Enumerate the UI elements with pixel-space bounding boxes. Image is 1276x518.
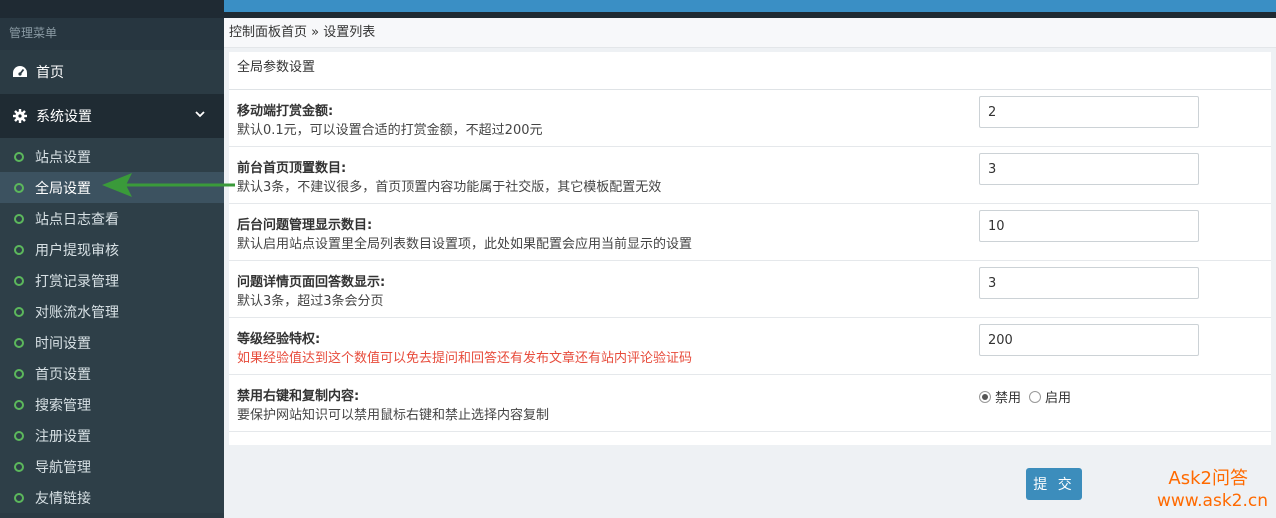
breadcrumb: 控制面板首页 » 设置列表 bbox=[224, 18, 1276, 48]
sidebar-subitem[interactable]: 友情链接 bbox=[0, 482, 224, 513]
sidebar-subitem-label: 用户提现审核 bbox=[35, 242, 119, 259]
sidebar-subitem-label: 导航管理 bbox=[35, 459, 91, 476]
answer-count-input[interactable] bbox=[979, 267, 1199, 299]
submit-button[interactable]: 提 交 bbox=[1026, 468, 1082, 500]
setting-description: 默认3条，超过3条会分页 bbox=[237, 294, 384, 309]
sidebar-subitem-label: 首页设置 bbox=[35, 366, 91, 383]
setting-row-home-pin-count: 前台首页顶置数目: 默认3条，不建议很多，首页顶置内容功能属于社交版，其它模板配… bbox=[229, 147, 1271, 204]
system-settings-submenu: 站点设置 全局设置 站点日志查看 用户提现审核 打赏记录管理 对账流水管理 时间… bbox=[0, 138, 224, 513]
radio-checked-icon bbox=[979, 390, 991, 403]
circle-icon bbox=[14, 182, 24, 193]
sidebar-subitem-label: 站点日志查看 bbox=[35, 211, 119, 228]
radio-label: 禁用 bbox=[995, 391, 1022, 406]
setting-label: 移动端打赏金额: bbox=[237, 104, 334, 119]
circle-icon bbox=[14, 399, 24, 410]
sidebar-subitem[interactable]: 对账流水管理 bbox=[0, 296, 224, 327]
sidebar-subitem-label: 全局设置 bbox=[35, 180, 91, 197]
radio-enable[interactable]: 启用 bbox=[1029, 387, 1071, 406]
setting-row-answer-count: 问题详情页面回答数显示: 默认3条，超过3条会分页 bbox=[229, 261, 1271, 318]
sidebar-subitem[interactable]: 导航管理 bbox=[0, 451, 224, 482]
sidebar-subitem[interactable]: 用户提现审核 bbox=[0, 234, 224, 265]
mobile-reward-input[interactable] bbox=[979, 96, 1199, 128]
sidebar-item-label: 系统设置 bbox=[36, 109, 92, 125]
gear-icon bbox=[12, 108, 28, 124]
breadcrumb-separator: » bbox=[311, 25, 320, 40]
breadcrumb-home-link[interactable]: 控制面板首页 bbox=[229, 25, 307, 40]
setting-description: 默认0.1元，可以设置合适的打赏金额，不超过200元 bbox=[237, 123, 543, 138]
exp-privilege-input[interactable] bbox=[979, 324, 1199, 356]
circle-icon bbox=[14, 213, 24, 224]
circle-icon bbox=[14, 337, 24, 348]
circle-icon bbox=[14, 492, 24, 503]
top-accent-bar bbox=[224, 0, 1276, 12]
chevron-down-icon bbox=[194, 108, 206, 120]
sidebar-subitem-label: 站点设置 bbox=[35, 149, 91, 166]
sidebar-subitem-label: 时间设置 bbox=[35, 335, 91, 352]
setting-row-exp-privilege: 等级经验特权: 如果经验值达到这个数值可以免去提问和回答还有发布文章还有站内评论… bbox=[229, 318, 1271, 375]
setting-label: 等级经验特权: bbox=[237, 332, 321, 347]
sidebar-item-label: 首页 bbox=[36, 65, 64, 81]
setting-label: 问题详情页面回答数显示: bbox=[237, 275, 386, 290]
main-content: 控制面板首页 » 设置列表 全局参数设置 移动端打赏金额: 默认0.1元，可以设… bbox=[224, 18, 1276, 518]
radio-disable[interactable]: 禁用 bbox=[979, 387, 1021, 406]
circle-icon bbox=[14, 430, 24, 441]
sidebar-subitem[interactable]: 站点日志查看 bbox=[0, 203, 224, 234]
watermark-url: www.ask2.cn bbox=[1156, 491, 1268, 511]
sidebar-subitem[interactable]: 搜索管理 bbox=[0, 389, 224, 420]
circle-icon bbox=[14, 275, 24, 286]
setting-label: 后台问题管理显示数目: bbox=[237, 218, 373, 233]
menu-title: 管理菜单 bbox=[0, 18, 224, 50]
sidebar-subitem-active[interactable]: 全局设置 bbox=[0, 172, 224, 203]
watermark: Ask2问答 www.ask2.cn bbox=[1157, 468, 1268, 512]
home-pin-count-input[interactable] bbox=[979, 153, 1199, 185]
sidebar-subitem[interactable]: 打赏记录管理 bbox=[0, 265, 224, 296]
sidebar-subitem-label: 注册设置 bbox=[35, 428, 91, 445]
setting-label: 前台首页顶置数目: bbox=[237, 161, 347, 176]
setting-description: 要保护网站知识可以禁用鼠标右键和禁止选择内容复制 bbox=[237, 408, 550, 423]
circle-icon bbox=[14, 151, 24, 162]
setting-description: 默认启用站点设置里全局列表数目设置项，此处如果配置会应用当前显示的设置 bbox=[237, 237, 693, 252]
panel-title: 全局参数设置 bbox=[229, 52, 1271, 90]
setting-label: 禁用右键和复制内容: bbox=[237, 389, 360, 404]
circle-icon bbox=[14, 244, 24, 255]
setting-row-disable-copy: 禁用右键和复制内容: 要保护网站知识可以禁用鼠标右键和禁止选择内容复制 禁用 启… bbox=[229, 375, 1271, 432]
watermark-brand: Ask2问答 bbox=[1168, 468, 1248, 489]
setting-row-admin-list-count: 后台问题管理显示数目: 默认启用站点设置里全局列表数目设置项，此处如果配置会应用… bbox=[229, 204, 1271, 261]
sidebar-subitem-label: 搜索管理 bbox=[35, 397, 91, 414]
sidebar: 管理菜单 首页 系统设置 站点设置 全局设置 站点日志查看 用户提现审核 打赏记… bbox=[0, 18, 224, 518]
circle-icon bbox=[14, 306, 24, 317]
admin-list-count-input[interactable] bbox=[979, 210, 1199, 242]
dashboard-icon bbox=[12, 64, 28, 80]
disable-copy-radio-group: 禁用 启用 bbox=[979, 387, 1079, 406]
sidebar-subitem[interactable]: 首页设置 bbox=[0, 358, 224, 389]
sidebar-subitem-label: 对账流水管理 bbox=[35, 304, 119, 321]
sidebar-subitem[interactable]: 注册设置 bbox=[0, 420, 224, 451]
breadcrumb-current: 设置列表 bbox=[323, 25, 376, 40]
radio-unchecked-icon bbox=[1029, 390, 1042, 403]
settings-panel: 全局参数设置 移动端打赏金额: 默认0.1元，可以设置合适的打赏金额，不超过20… bbox=[229, 52, 1271, 445]
sidebar-subitem-label: 打赏记录管理 bbox=[35, 273, 119, 290]
radio-label: 启用 bbox=[1045, 391, 1072, 406]
sidebar-item-home[interactable]: 首页 bbox=[0, 50, 224, 94]
sidebar-subitem[interactable]: 时间设置 bbox=[0, 327, 224, 358]
sidebar-subitem-label: 友情链接 bbox=[35, 490, 91, 507]
sidebar-subitem[interactable]: 站点设置 bbox=[0, 141, 224, 172]
circle-icon bbox=[14, 368, 24, 379]
setting-description-warning: 如果经验值达到这个数值可以免去提问和回答还有发布文章还有站内评论验证码 bbox=[237, 351, 693, 366]
setting-row-mobile-reward: 移动端打赏金额: 默认0.1元，可以设置合适的打赏金额，不超过200元 bbox=[229, 90, 1271, 147]
setting-description: 默认3条，不建议很多，首页顶置内容功能属于社交版，其它模板配置无效 bbox=[237, 180, 662, 195]
top-bar bbox=[0, 0, 1276, 18]
circle-icon bbox=[14, 461, 24, 472]
sidebar-item-system-settings[interactable]: 系统设置 bbox=[0, 94, 224, 138]
